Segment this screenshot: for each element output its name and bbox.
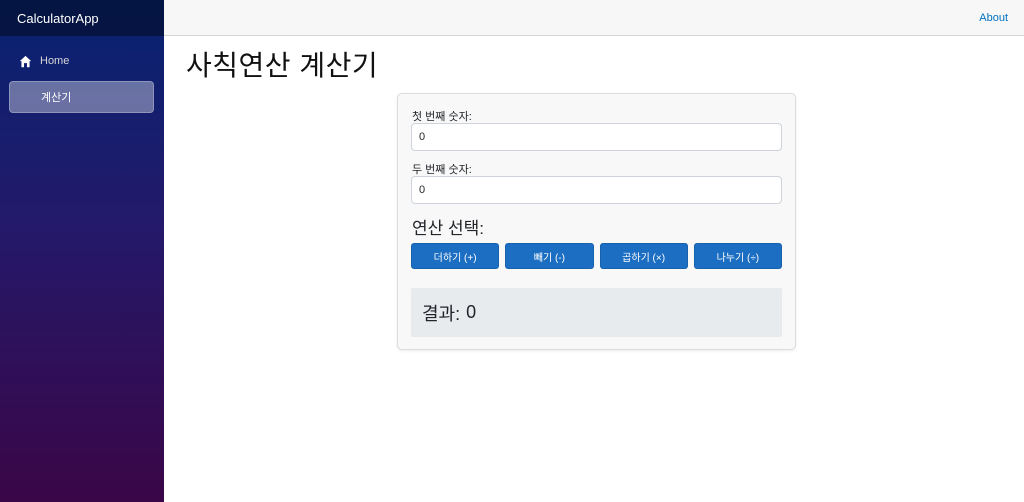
add-button[interactable]: 더하기 (+) (411, 243, 500, 269)
result-box: 결과: 0 (411, 288, 782, 337)
sidebar-item-home[interactable]: Home (9, 45, 154, 77)
sidebar-nav: Home 계산기 (0, 36, 164, 113)
sidebar-item-label: Home (40, 55, 70, 67)
top-bar: About (164, 0, 1024, 36)
brand-bar: CalculatorApp (0, 0, 164, 36)
multiply-button[interactable]: 곱하기 (×) (599, 243, 688, 269)
sidebar-item-calculator[interactable]: 계산기 (9, 81, 154, 113)
calculator-nav-spacer (20, 91, 33, 104)
calculator-card: 첫 번째 숫자: 두 번째 숫자: 연산 선택: 더하기 (+) 빼기 (-) … (397, 93, 796, 350)
second-number-input[interactable] (411, 176, 782, 204)
first-number-label: 첫 번째 숫자: (412, 111, 472, 123)
sidebar: CalculatorApp Home 계산기 (0, 0, 164, 502)
first-number-input[interactable] (411, 123, 782, 151)
page-title: 사칙연산 계산기 (186, 50, 379, 81)
home-icon (19, 55, 32, 68)
subtract-button[interactable]: 빼기 (-) (505, 243, 594, 269)
result-label: 결과: (422, 303, 461, 324)
brand-link[interactable]: CalculatorApp (17, 11, 99, 26)
result-value: 0 (466, 302, 477, 322)
sidebar-item-label: 계산기 (41, 92, 72, 104)
divide-button[interactable]: 나누기 (÷) (693, 243, 782, 269)
operation-title: 연산 선택: (412, 219, 485, 238)
second-number-label: 두 번째 숫자: (412, 164, 472, 176)
about-link[interactable]: About (979, 12, 1008, 24)
operation-buttons: 더하기 (+) 빼기 (-) 곱하기 (×) 나누기 (÷) (411, 243, 782, 269)
